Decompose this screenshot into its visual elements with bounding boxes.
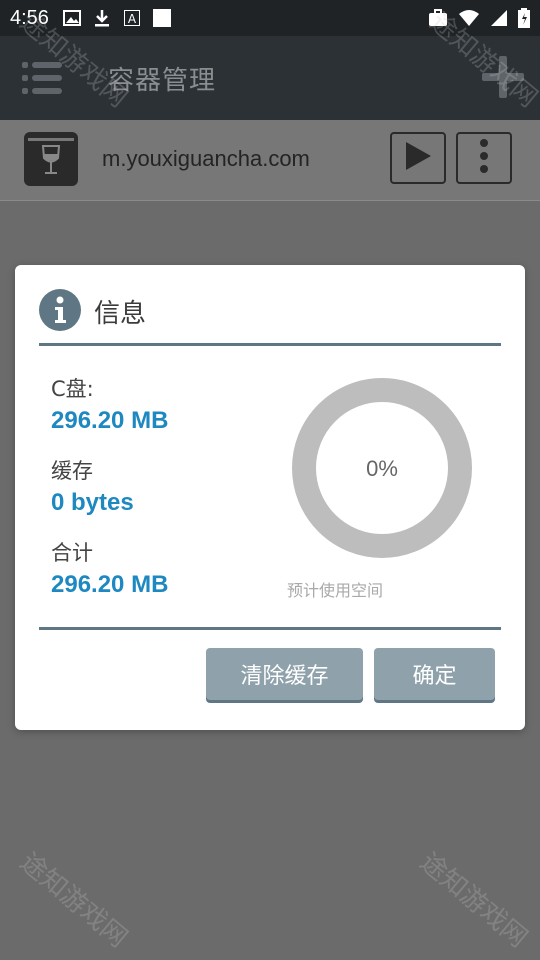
cache-value: 0 bytes xyxy=(51,489,134,516)
watermark: 途知游戏网 xyxy=(13,847,133,954)
a-icon: A xyxy=(123,9,141,27)
more-vertical-icon xyxy=(479,139,489,177)
divider xyxy=(39,627,501,630)
c-drive-label: C盘: xyxy=(51,377,94,401)
info-icon xyxy=(39,289,81,331)
c-drive-value: 296.20 MB xyxy=(51,407,169,434)
wine-glass-icon xyxy=(24,132,78,186)
divider xyxy=(39,343,501,346)
play-button[interactable] xyxy=(390,132,446,184)
image-icon xyxy=(62,9,81,27)
clear-cache-button[interactable]: 清除缓存 xyxy=(206,648,363,700)
info-dialog: 信息 C盘: 296.20 MB 缓存 0 bytes 合计 296.20 MB… xyxy=(15,265,525,730)
download-icon xyxy=(93,9,111,27)
watermark: 途知游戏网 xyxy=(413,847,533,954)
cache-label: 缓存 xyxy=(51,459,93,483)
total-label: 合计 xyxy=(51,541,93,565)
dialog-title: 信息 xyxy=(94,299,147,329)
status-left-icons: A xyxy=(62,9,171,27)
donut-caption: 预计使用空间 xyxy=(287,581,384,600)
donut-percent: 0% xyxy=(366,456,398,481)
more-options-button[interactable] xyxy=(456,132,512,184)
play-icon xyxy=(404,141,432,175)
total-value: 296.20 MB xyxy=(51,571,169,598)
usage-donut-chart: 0% xyxy=(292,378,472,558)
signal-icon xyxy=(490,9,508,31)
container-url: m.youxiguancha.com xyxy=(102,146,310,171)
svg-text:A: A xyxy=(128,12,137,26)
square-icon xyxy=(152,9,171,27)
container-list-item[interactable]: m.youxiguancha.com xyxy=(0,120,540,201)
ok-button[interactable]: 确定 xyxy=(374,648,495,700)
battery-icon xyxy=(518,8,530,32)
